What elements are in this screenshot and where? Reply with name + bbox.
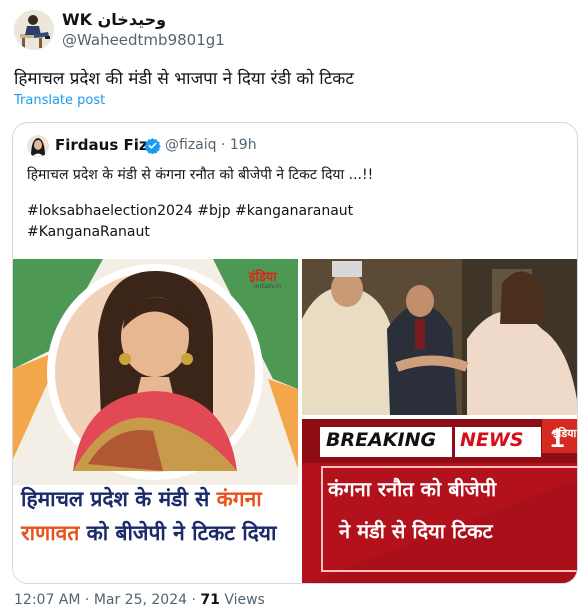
post-date[interactable]: Mar 25, 2024 — [94, 592, 187, 608]
author-avatar[interactable] — [14, 10, 54, 50]
media-left-logo-sub: indiatv.in — [254, 283, 282, 290]
quote-text: हिमाचल प्रदेश के मंडी से कंगना रनौत को ब… — [27, 167, 374, 183]
breaking-news-logo: इंडिया — [553, 427, 577, 440]
author-name[interactable]: WK وحيدخان — [62, 10, 166, 29]
verified-badge-icon — [144, 137, 161, 155]
meta-separator-2: · — [191, 592, 196, 608]
quote-author-handle[interactable]: @fizaiq — [165, 137, 217, 153]
news-label: NEWS — [460, 429, 524, 451]
quote-author-meta[interactable]: @fizaiq · 19h — [165, 137, 257, 153]
breaking-label: BREAKING — [326, 429, 437, 451]
media-left-caption-line1: हिमाचल प्रदेश के मंडी से कंगना — [21, 485, 262, 513]
caption-line1-part1: हिमाचल प्रदेश के मंडी से — [21, 487, 210, 511]
quoted-post-card[interactable]: Firdaus Fiza @fizaiq · 19h हिमाचल प्रदेश… — [12, 122, 578, 584]
quote-hashtags-line2[interactable]: #KanganaRanaut — [27, 224, 150, 240]
caption-line2-part1: राणावत — [21, 521, 80, 545]
breaking-headline-line2: ने मंडी से दिया टिकट — [339, 519, 493, 543]
post-text: हिमाचल प्रदेश की मंडी से भाजपा ने दिया र… — [14, 69, 354, 89]
translate-post-link[interactable]: Translate post — [14, 93, 105, 108]
quote-author-avatar — [27, 135, 49, 157]
caption-line2-part2: को बीजेपी ने टिकट दिया — [86, 521, 277, 545]
meta-separator: · — [84, 592, 90, 608]
quote-author-name[interactable]: Firdaus Fiza — [55, 136, 158, 154]
views-label: Views — [224, 592, 265, 608]
author-handle[interactable]: @Waheedtmb9801g1 — [62, 31, 225, 49]
quote-separator: · — [220, 137, 226, 153]
breaking-headline-line1: कंगना रनौत को बीजेपी — [328, 477, 497, 501]
quote-age[interactable]: 19h — [230, 137, 257, 153]
caption-line1-part2: कंगना — [216, 487, 262, 511]
media-left-caption-line2: राणावत को बीजेपी ने टिकट दिया — [21, 519, 276, 547]
post-time[interactable]: 12:07 AM — [14, 592, 80, 608]
post-meta: 12:07 AM · Mar 25, 2024 · 71 Views — [14, 592, 265, 608]
media-image-handshake-photo[interactable] — [302, 259, 577, 415]
quote-hashtags-line1[interactable]: #loksabhaelection2024 #bjp #kanganaranau… — [27, 203, 353, 219]
views-count[interactable]: 71 — [200, 592, 219, 608]
